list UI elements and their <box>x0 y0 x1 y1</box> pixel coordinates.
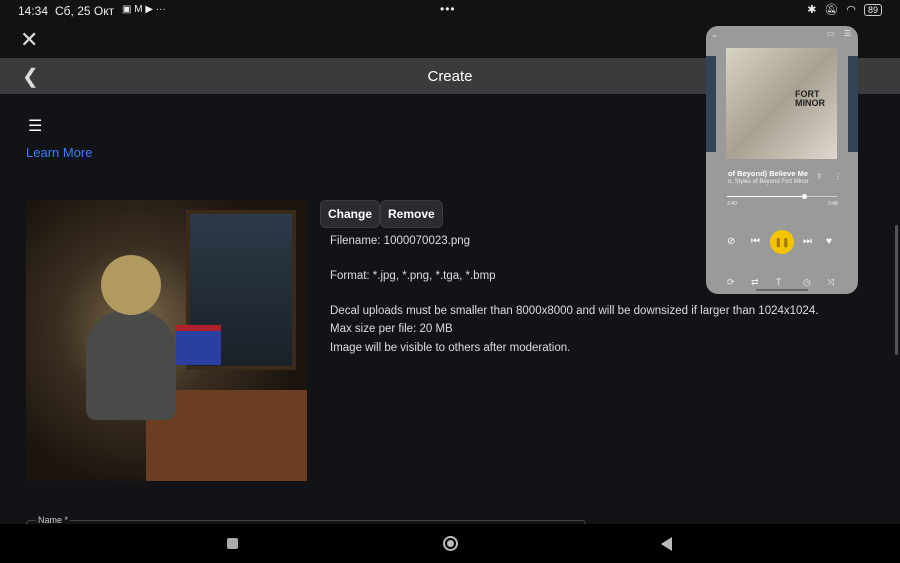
recents-button[interactable] <box>227 538 238 549</box>
cast-icon[interactable]: ▭ <box>827 29 835 38</box>
equalizer-icon[interactable]: ⇄ <box>751 277 759 288</box>
window-dots[interactable]: ••• <box>440 2 456 16</box>
remove-button[interactable]: Remove <box>380 200 443 228</box>
timer-icon[interactable]: ◷ <box>803 277 811 288</box>
battery-icon: 89 <box>863 3 882 16</box>
next-album-art[interactable] <box>848 56 858 152</box>
previous-icon[interactable]: ⏮ <box>751 236 760 247</box>
moderation-note: Image will be visible to others after mo… <box>330 342 571 354</box>
decal-preview-image <box>26 200 307 481</box>
more-icon[interactable]: ⋮ <box>834 172 842 181</box>
wifi-icon: ◠ <box>846 4 856 16</box>
close-icon[interactable]: ✕ <box>20 29 38 51</box>
lyrics-icon[interactable]: T <box>776 277 782 287</box>
notification-icons: ▣ M ▶ ··· <box>122 4 166 15</box>
filename: Filename: 1000070023.png <box>330 235 471 247</box>
back-button[interactable] <box>661 537 672 551</box>
drag-handle[interactable] <box>756 289 808 291</box>
next-icon[interactable]: ⏭ <box>803 236 812 247</box>
size-note: Decal uploads must be smaller than 8000x… <box>330 305 819 317</box>
collapse-icon[interactable]: ⌄ <box>711 30 718 39</box>
mute-icon: 🔕︎ <box>824 4 839 16</box>
learn-more-link[interactable]: Learn More <box>26 145 92 157</box>
queue-icon[interactable]: ☰ <box>844 29 851 38</box>
navigation-bar <box>0 524 900 563</box>
duration: 3:48 <box>828 201 838 207</box>
more-notifications: ··· <box>155 4 166 15</box>
progress-slider[interactable] <box>727 194 837 199</box>
track-title: of Beyond) Believe Me <box>728 169 809 178</box>
elapsed-time: 2:40 <box>727 201 737 207</box>
max-size: Max size per file: 20 MB <box>330 323 453 335</box>
music-player-overlay[interactable]: ⌄ ▭ ☰ FORT MINOR of Beyond) Believe Me o… <box>706 26 858 294</box>
home-button[interactable] <box>443 536 458 551</box>
change-button[interactable]: Change <box>320 200 381 228</box>
prev-album-art[interactable] <box>706 56 716 152</box>
scrollbar[interactable] <box>895 225 898 355</box>
album-art: FORT MINOR <box>726 48 837 159</box>
hamburger-menu-icon[interactable]: ☰ <box>28 116 42 136</box>
bluetooth-icon: ✱ <box>807 4 817 16</box>
dislike-icon[interactable]: ⊘ <box>727 236 735 247</box>
pause-button[interactable]: ❚❚ <box>770 230 794 254</box>
date: Сб, 25 Окт <box>55 4 115 18</box>
share-icon[interactable]: ⇪ <box>816 172 823 181</box>
shuffle-icon[interactable]: ⤨ <box>827 277 834 288</box>
repeat-icon[interactable]: ⟳ <box>727 277 735 288</box>
status-bar: 14:34 Сб, 25 Окт ▣ M ▶ ··· ••• ✱ 🔕︎ ◠ 89 <box>0 0 900 22</box>
track-artist: o, Styles of Beyond Fort Minor <box>728 179 809 185</box>
like-heart-icon[interactable]: ♥ <box>826 236 832 247</box>
clock: 14:34 <box>18 4 49 18</box>
format-info: Format: *.jpg, *.png, *.tga, *.bmp <box>330 270 496 282</box>
system-icons: ✱ 🔕︎ ◠ 89 <box>807 3 882 16</box>
